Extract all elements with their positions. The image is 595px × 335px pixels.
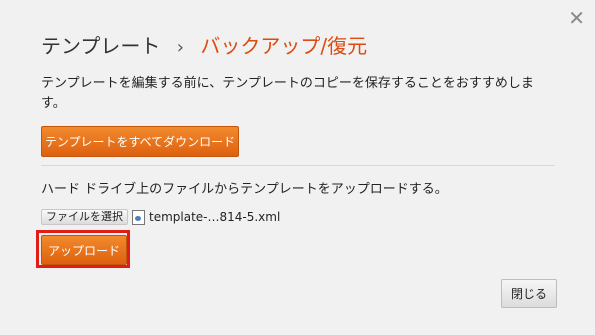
xml-file-icon [132,209,145,225]
divider [41,165,555,166]
upload-button[interactable]: アップロード [41,235,127,265]
upload-description: ハード ドライブ上のファイルからテンプレートをアップロードする。 [41,182,448,197]
download-template-button[interactable]: テンプレートをすべてダウンロード [41,126,239,157]
close-button[interactable]: 閉じる [501,279,557,308]
choose-file-button[interactable]: ファイルを選択 [41,209,128,225]
backup-restore-dialog: ✕ テンプレート › バックアップ/復元 テンプレートを編集する前に、テンプレー… [0,0,595,335]
selected-file-name: template-…814-5.xml [149,210,281,224]
backup-description: テンプレートを編集する前に、テンプレートのコピーを保存することをおすすめします。 [41,76,534,111]
breadcrumb: テンプレート › バックアップ/復元 [41,30,367,59]
breadcrumb-parent[interactable]: テンプレート [41,34,160,58]
breadcrumb-separator: › [176,37,184,58]
file-input: ファイルを選択 template-…814-5.xml [41,208,280,226]
breadcrumb-current: バックアップ/復元 [200,34,368,58]
close-icon[interactable]: ✕ [568,6,585,30]
